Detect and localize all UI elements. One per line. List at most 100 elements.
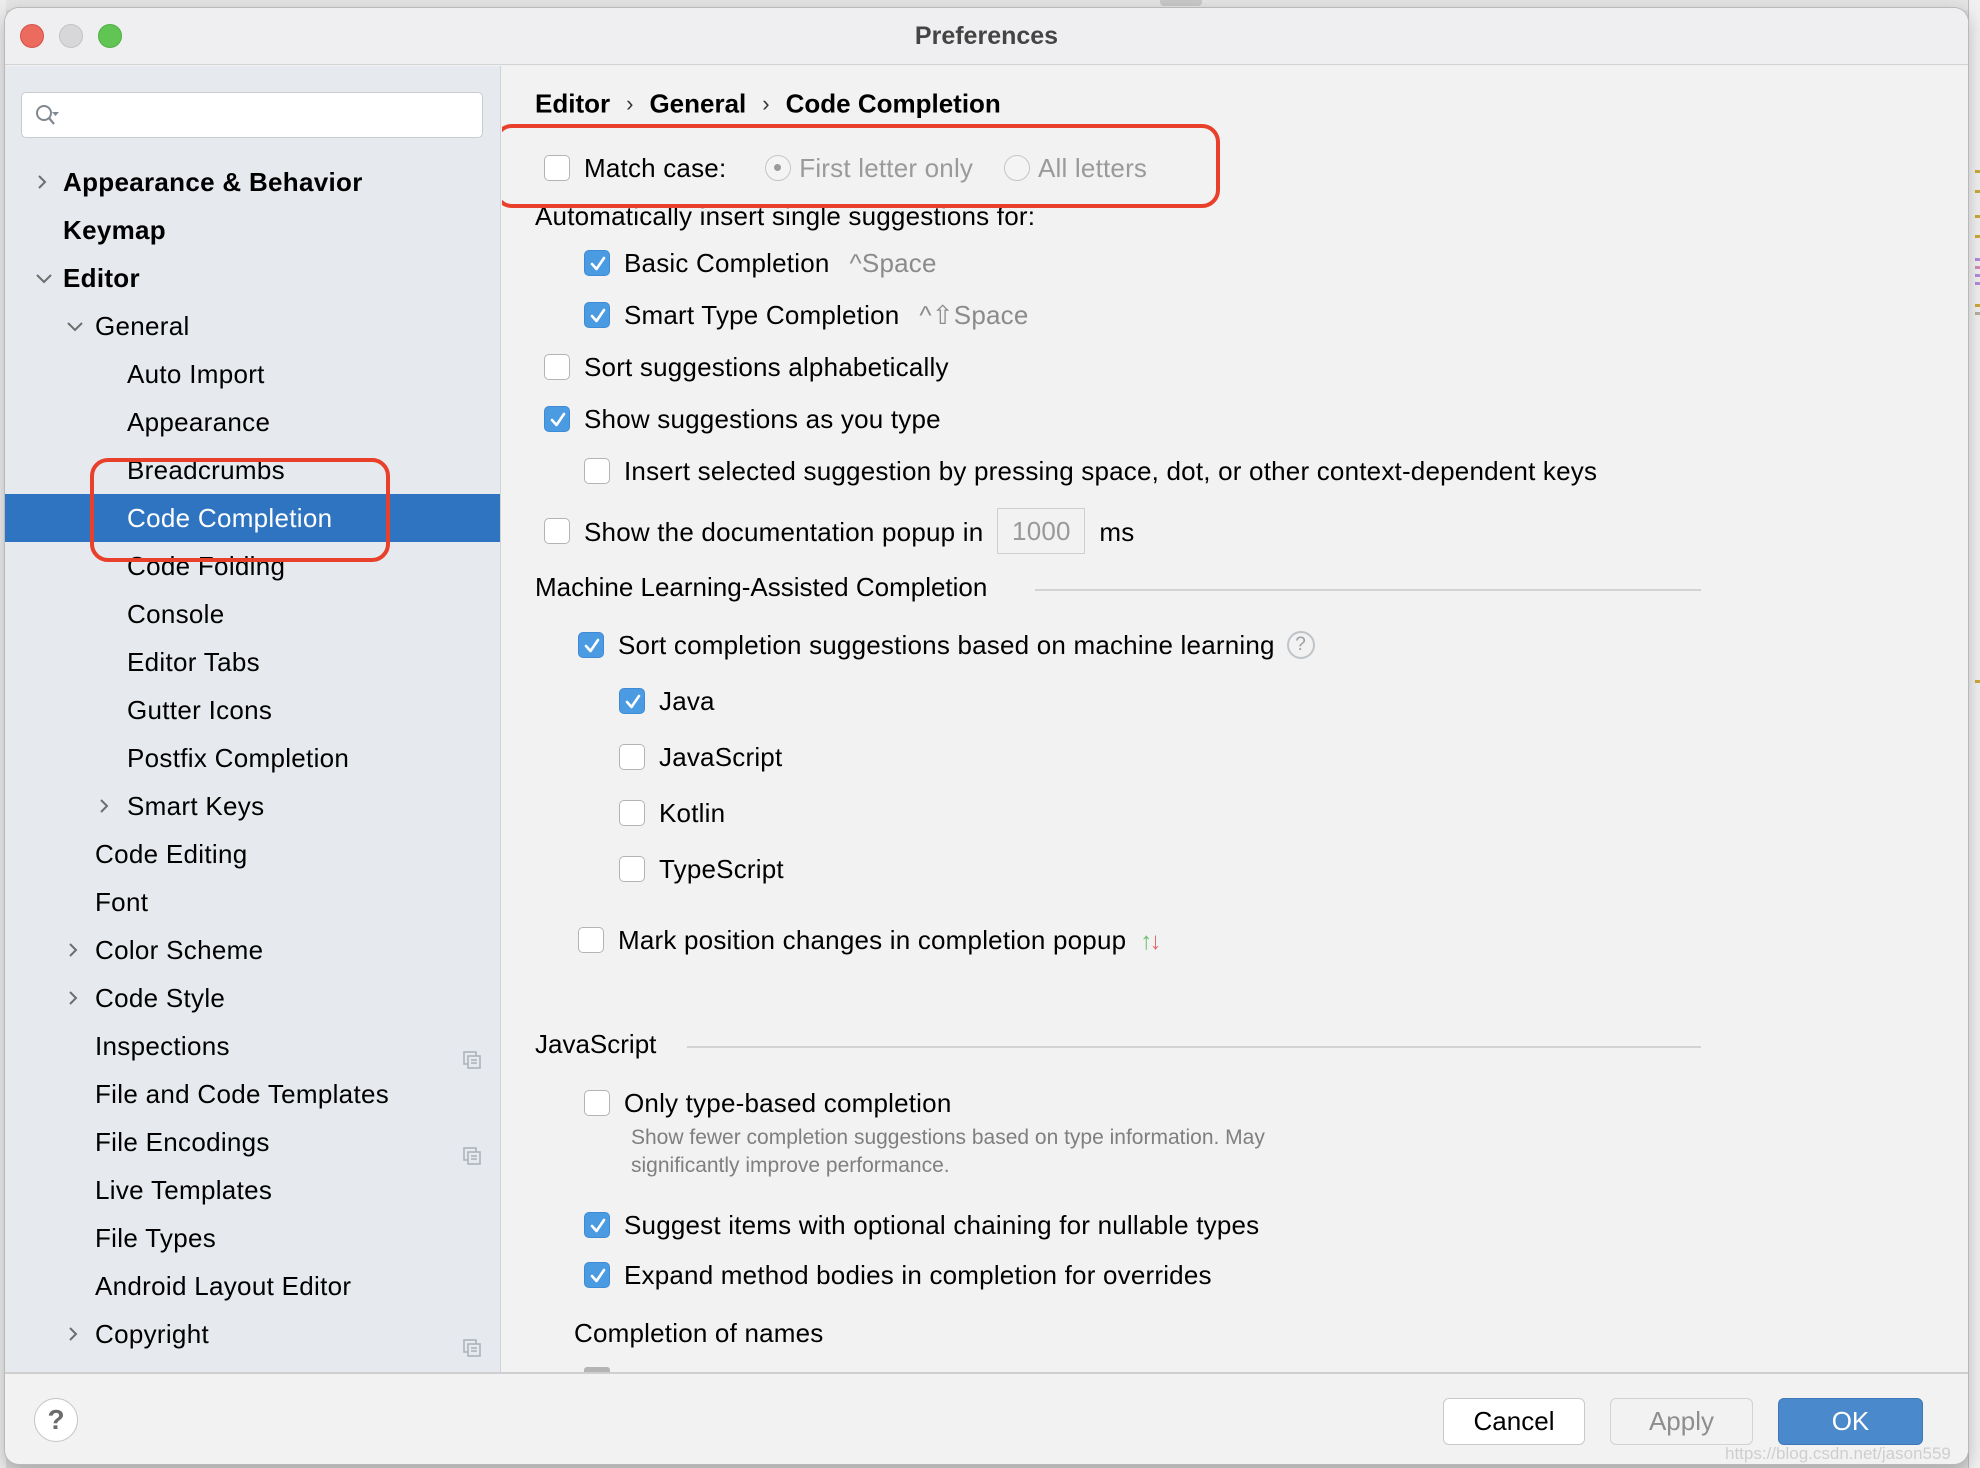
chevron-right-icon[interactable] [66,926,86,974]
sidebar-item-console[interactable]: Console [5,590,500,638]
sidebar-item-label: File Encodings [95,1127,270,1157]
sidebar-item-label: Inspections [95,1031,230,1061]
doc-popup-checkbox[interactable] [544,518,570,544]
chevron-down-icon[interactable] [66,302,86,350]
sidebar-item-label: Live Templates [95,1175,273,1205]
sidebar-item-font[interactable]: Font [5,878,500,926]
sidebar-item-code-editing[interactable]: Code Editing [5,830,500,878]
settings-search-input[interactable] [21,92,483,138]
first-letter-only-radio[interactable] [765,155,792,182]
completion-of-names-heading: Completion of names [574,1318,824,1348]
sidebar-item-general[interactable]: General [5,302,500,350]
sidebar-item-file-encodings[interactable]: File Encodings [5,1118,500,1166]
sidebar-item-color-scheme[interactable]: Color Scheme [5,926,500,974]
sidebar-item-appearance[interactable]: Appearance [5,398,500,446]
sidebar-item-android-layout-editor[interactable]: Android Layout Editor [5,1262,500,1310]
sidebar-item-smart-keys[interactable]: Smart Keys [5,782,500,830]
ml-section-header: Machine Learning-Assisted Completion [535,572,1701,603]
sidebar-item-label: Font [95,887,149,917]
mark-position-checkbox[interactable] [578,927,604,953]
checkmark-icon [625,694,641,709]
mark-position-label: Mark position changes in completion popu… [618,925,1127,955]
ml-language-checkbox[interactable] [619,688,645,714]
doc-popup-delay-input[interactable]: 1000 [997,508,1086,554]
sidebar-item-label: File and Code Templates [95,1079,390,1109]
project-level-icon [463,1036,481,1069]
sidebar-item-auto-import[interactable]: Auto Import [5,350,500,398]
sidebar-item-live-templates[interactable]: Live Templates [5,1166,500,1214]
gutter-mark [1975,304,1980,307]
sidebar-item-label: Code Editing [95,839,248,869]
insert-selected-checkbox[interactable] [584,458,610,484]
gutter-mark [1975,235,1980,238]
ml-language-checkbox[interactable] [619,744,645,770]
breadcrumb-separator-icon: › [762,91,770,117]
breadcrumb: Editor › General › Code Completion [535,87,1001,120]
smart-type-completion-shortcut: ^⇧Space [919,300,1029,330]
show-as-you-type-checkbox[interactable] [544,406,570,432]
chevron-down-icon[interactable] [35,254,55,302]
basic-completion-checkbox[interactable] [584,250,610,276]
optional-chaining-checkbox[interactable] [584,1212,610,1238]
ml-language-label: JavaScript [659,742,783,772]
help-icon[interactable]: ? [1286,631,1315,660]
sidebar-item-keymap[interactable]: Keymap [5,206,500,254]
basic-completion-label: Basic Completion [624,248,830,278]
chevron-right-icon[interactable] [66,1358,86,1372]
js-section-title: JavaScript [535,1029,657,1059]
chevron-right-icon[interactable] [35,158,55,206]
expand-method-bodies-checkbox[interactable] [584,1262,610,1288]
checkmark-icon [590,308,606,323]
ok-button[interactable]: OK [1778,1398,1923,1445]
breadcrumb-item: Code Completion [785,88,1001,119]
ml-language-label: TypeScript [659,854,784,884]
sidebar-item-label: Appearance & Behavior [63,167,363,197]
sidebar-item-code-folding[interactable]: Code Folding [5,542,500,590]
all-letters-label: All letters [1038,153,1148,183]
ml-language-checkbox[interactable] [619,800,645,826]
ml-section-title: Machine Learning-Assisted Completion [535,572,988,602]
sidebar-item-inspections[interactable]: Inspections [5,1022,500,1070]
sidebar-item-label: Smart Keys [127,791,265,821]
gutter-mark [1975,282,1980,285]
ml-sort-checkbox[interactable] [578,632,604,658]
chevron-right-icon[interactable] [66,1310,86,1358]
all-letters-radio[interactable] [1004,155,1031,182]
chevron-right-icon[interactable] [66,974,86,1022]
sidebar-item-inlay-hints[interactable]: Inlay Hints [5,1358,500,1372]
sidebar-item-label: Color Scheme [95,935,264,965]
gutter-mark [1975,312,1980,315]
sidebar-item-gutter-icons[interactable]: Gutter Icons [5,686,500,734]
checkmark-icon [550,412,566,427]
js-section-header: JavaScript [535,1029,1701,1060]
sidebar-item-copyright[interactable]: Copyright [5,1310,500,1358]
only-type-based-description: Show fewer completion suggestions based … [631,1126,1265,1177]
sidebar-item-breadcrumbs[interactable]: Breadcrumbs [5,446,500,494]
background-tab [1160,0,1202,6]
sidebar-item-file-and-code-templates[interactable]: File and Code Templates [5,1070,500,1118]
sidebar-item-code-style[interactable]: Code Style [5,974,500,1022]
cancel-button[interactable]: Cancel [1443,1398,1585,1445]
ml-language-checkbox[interactable] [619,856,645,882]
sidebar-item-code-completion[interactable]: Code Completion [5,494,500,542]
apply-button[interactable]: Apply [1610,1398,1753,1445]
gutter-mark [1975,274,1980,277]
sidebar-item-editor-tabs[interactable]: Editor Tabs [5,638,500,686]
sort-alphabetically-checkbox[interactable] [544,354,570,380]
sidebar-item-label: Console [127,599,225,629]
sidebar-item-label: Code Completion [127,503,333,533]
sidebar-item-label: Appearance [127,407,271,437]
help-button[interactable]: ? [34,1398,78,1442]
chevron-right-icon[interactable] [97,782,117,830]
insert-selected-label: Insert selected suggestion by pressing s… [624,456,1598,486]
sidebar-item-file-types[interactable]: File Types [5,1214,500,1262]
sidebar-item-postfix-completion[interactable]: Postfix Completion [5,734,500,782]
gutter-mark [1975,170,1980,173]
checkmark-icon [590,256,606,271]
sidebar-item-editor[interactable]: Editor [5,254,500,302]
match-case-checkbox[interactable] [544,155,570,181]
only-type-based-checkbox[interactable] [584,1090,610,1116]
smart-type-completion-checkbox[interactable] [584,302,610,328]
sidebar-item-appearance-behavior[interactable]: Appearance & Behavior [5,158,500,206]
doc-popup-label: Show the documentation popup in [584,516,984,547]
